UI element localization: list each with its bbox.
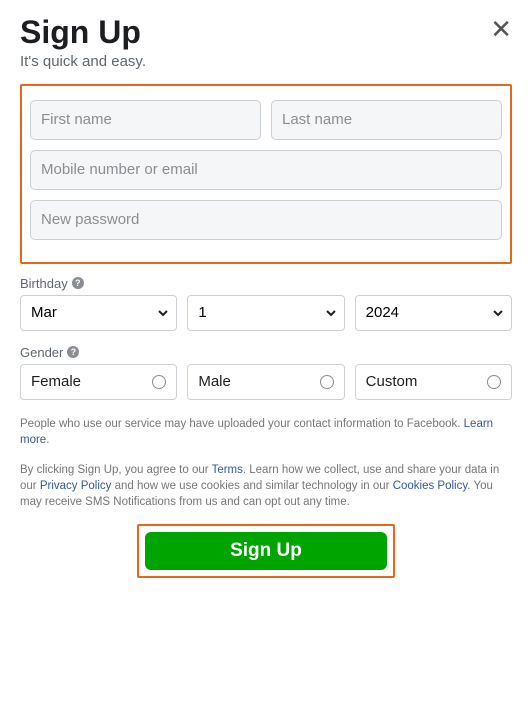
- disclosure-terms: By clicking Sign Up, you agree to our Te…: [20, 462, 512, 510]
- password-input[interactable]: [30, 200, 502, 240]
- birthday-label: Birthday ?: [20, 276, 512, 291]
- page-title: Sign Up: [20, 14, 512, 51]
- gender-row: Female Male Custom: [20, 364, 512, 400]
- contact-input[interactable]: [30, 150, 502, 190]
- submit-highlight: Sign Up: [137, 524, 395, 578]
- gender-label: Gender ?: [20, 345, 512, 360]
- disclosure-contact-upload: People who use our service may have uplo…: [20, 416, 512, 448]
- page-subtitle: It's quick and easy.: [20, 53, 512, 70]
- birthday-row: Mar 1 2024: [20, 295, 512, 331]
- header: Sign Up It's quick and easy. ✕: [20, 14, 512, 70]
- sign-up-button[interactable]: Sign Up: [145, 532, 387, 570]
- birthday-day-select[interactable]: 1: [187, 295, 344, 331]
- cookies-policy-link[interactable]: Cookies Policy: [393, 480, 468, 492]
- first-name-input[interactable]: [30, 100, 261, 140]
- name-contact-group-highlight: [20, 84, 512, 264]
- gender-option-male[interactable]: Male: [187, 364, 344, 400]
- help-icon[interactable]: ?: [72, 277, 84, 289]
- radio-icon: [487, 375, 501, 389]
- close-icon[interactable]: ✕: [490, 16, 512, 42]
- gender-label-female: Female: [31, 373, 81, 390]
- last-name-input[interactable]: [271, 100, 502, 140]
- terms-link[interactable]: Terms: [212, 464, 243, 476]
- birthday-month-select[interactable]: Mar: [20, 295, 177, 331]
- gender-label-custom: Custom: [366, 373, 418, 390]
- radio-icon: [320, 375, 334, 389]
- radio-icon: [152, 375, 166, 389]
- gender-option-custom[interactable]: Custom: [355, 364, 512, 400]
- privacy-policy-link[interactable]: Privacy Policy: [40, 480, 112, 492]
- gender-option-female[interactable]: Female: [20, 364, 177, 400]
- help-icon[interactable]: ?: [67, 346, 79, 358]
- birthday-year-select[interactable]: 2024: [355, 295, 512, 331]
- gender-label-male: Male: [198, 373, 231, 390]
